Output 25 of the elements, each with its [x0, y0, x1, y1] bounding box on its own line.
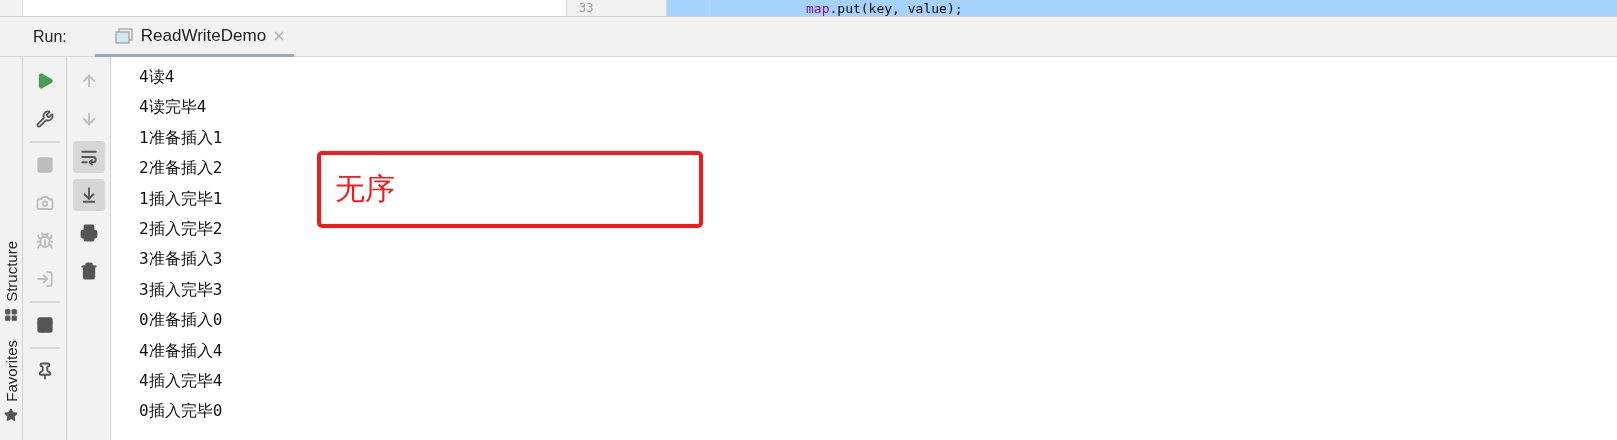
annotation-text: 无序: [335, 171, 395, 207]
console-line: 0插入完毕0: [139, 400, 223, 423]
console-line: 3插入完毕3: [139, 278, 223, 301]
console-line: 4读完毕4: [139, 96, 207, 119]
soft-wrap-icon[interactable]: [72, 141, 105, 173]
console-line: 1准备插入1: [139, 126, 223, 149]
console-line: 1插入完毕1: [139, 187, 223, 210]
star-icon: [4, 408, 18, 422]
structure-icon: [4, 308, 18, 323]
console-line: 3准备插入3: [139, 248, 223, 271]
console-line: 4读4: [139, 66, 175, 88]
side-tab[interactable]: Favorites: [2, 340, 20, 402]
code-line: map.put(key, value);: [806, 0, 963, 16]
console-line: 4插入完毕4: [139, 370, 223, 393]
console-line: 2准备插入2: [139, 157, 223, 180]
side-tab[interactable]: Structure: [2, 241, 20, 303]
run-label: Run:: [33, 27, 67, 46]
console-line: 4准备插入4: [139, 339, 223, 362]
close-icon[interactable]: [274, 31, 285, 41]
line-number: 33: [579, 1, 594, 15]
gutter-margin: [666, 0, 710, 16]
console-line: 0准备插入0: [139, 309, 223, 332]
console-line: 2插入完毕2: [139, 218, 223, 241]
window-icon: [114, 28, 133, 44]
scroll-to-end-icon[interactable]: [72, 179, 105, 211]
